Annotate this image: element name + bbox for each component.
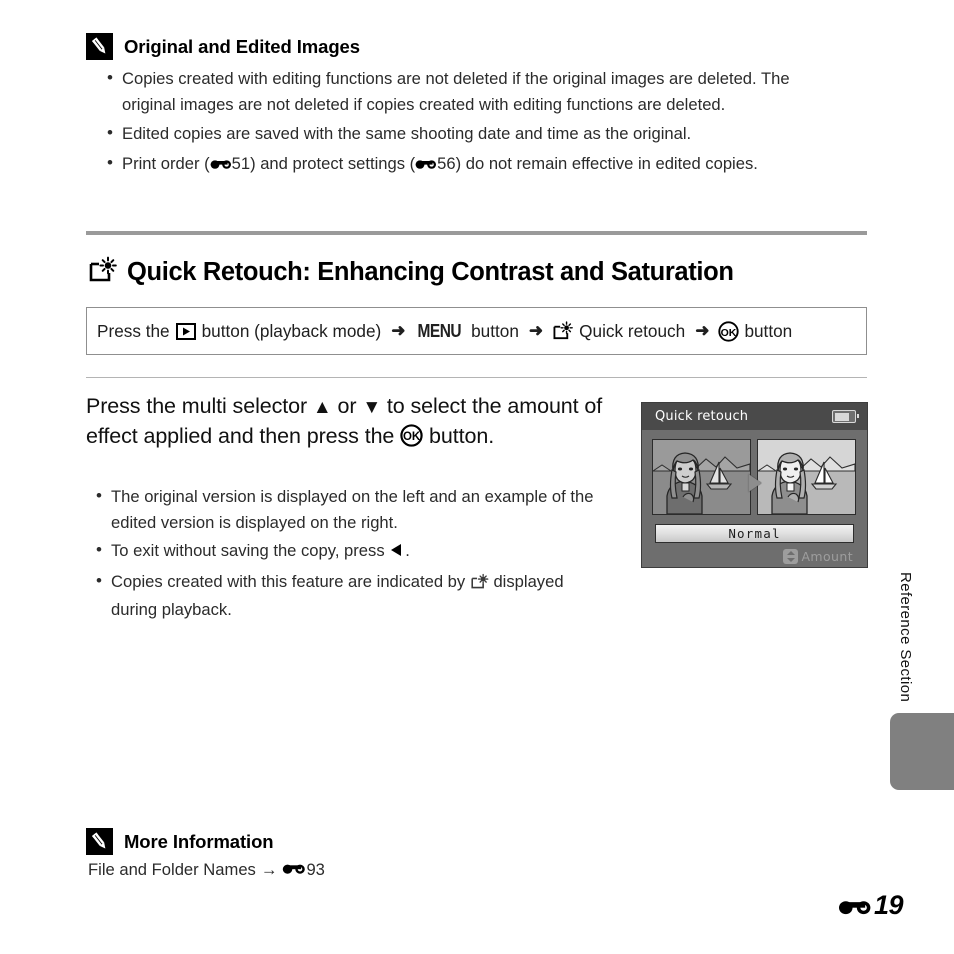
note-title: More Information [124,830,274,852]
note-header-more-information: More Information [86,828,274,855]
down-arrow-icon: ▼ [362,397,382,418]
step-line-1-post: to select the [386,394,502,418]
e-reference-icon [210,152,232,178]
up-arrow-icon: ▲ [312,397,332,418]
list-item: Copies created with this feature are ind… [93,568,613,623]
e-reference-icon [838,896,872,916]
up-down-arrow-icon [783,549,799,564]
quick-retouch-icon [88,256,118,289]
menu-button-label: MENU [418,320,462,341]
original-preview-thumbnail [652,439,751,515]
bullet-text-post: . [405,541,410,560]
list-item: Edited copies are saved with the same sh… [104,120,836,147]
procedure-box: Press the button (playback mode) ➜ MENU … [86,307,867,355]
procedure-arrow-1: ➜ [391,321,406,340]
section-heading: Quick Retouch: Enhancing Contrast and Sa… [88,256,734,289]
bullet-text: Copies created with editing functions ar… [122,69,790,114]
left-arrow-icon [389,540,405,566]
preview-pair [642,430,867,515]
more-info-ref-page: 93 [306,860,325,879]
note-title: Original and Edited Images [124,35,360,57]
svg-text:OK: OK [403,431,421,443]
bullet-text-mid: 51) and protect settings ( [231,153,416,173]
amount-hint-row: Amount [642,543,867,564]
bullet-text-pre: Print order ( [122,153,210,173]
procedure-segment-3: button [471,320,519,341]
e-reference-icon [415,152,437,178]
pencil-note-icon [86,828,113,855]
camera-screen-header: Quick retouch [642,403,867,430]
svg-text:OK: OK [721,326,737,338]
camera-screen-mock: Quick retouch Normal Amount [641,402,868,568]
right-arrow-icon: → [260,860,278,879]
reference-section-side-label: Reference Section [897,572,914,703]
playback-button-icon [175,322,196,340]
quick-retouch-icon [552,321,574,341]
step-line-1-mid: or [337,394,357,418]
bullet-text: Edited copies are saved with the same sh… [122,124,692,143]
bullet-text-pre: Copies created with this feature are ind… [111,571,466,591]
procedure-arrow-2: ➜ [528,321,544,340]
step-bullet-list: The original version is displayed on the… [93,483,613,623]
amount-value-label: Normal [728,526,781,541]
procedure-segment-2: button (playback mode) [201,320,382,341]
page-number-text: 19 [874,890,904,920]
section-divider [86,231,867,235]
list-item: The original version is displayed on the… [93,483,613,535]
bullet-text: The original version is displayed on the… [111,487,594,532]
list-item: To exit without saving the copy, press . [93,537,613,566]
note-header-original-and-edited: Original and Edited Images [86,33,360,60]
amount-value-bar[interactable]: Normal [655,524,854,543]
procedure-segment-1: Press the [97,320,170,341]
e-reference-icon [282,860,306,880]
procedure-segment-4: Quick retouch [579,320,686,341]
step-line-1-pre: Press the multi selector [86,394,308,418]
ok-button-icon: OK [718,320,740,342]
bullet-text-post: 56) do not remain effective in edited co… [437,153,758,173]
reference-section-tab [890,713,954,790]
list-item: Copies created with editing functions ar… [104,65,836,117]
battery-icon [832,410,859,423]
page-number: 19 [838,890,904,921]
list-item: Print order ( 51) and protect settings ( 5… [104,150,836,178]
step-instruction: Press the multi selector ▲ or ▼ to selec… [86,392,626,455]
more-information-link-row: File and Folder Names → 93 [88,860,325,880]
edited-preview-thumbnail [757,439,856,515]
right-arrow-icon [748,474,761,492]
step-line-3: button. [429,424,495,448]
manual-page: Original and Edited Images Copies create… [0,0,954,954]
amount-hint-label: Amount [801,549,853,564]
procedure-text: Press the button (playback mode) ➜ MENU … [87,321,792,342]
camera-screen-title: Quick retouch [655,409,749,424]
pencil-note-icon [86,33,113,60]
section-heading-text: Quick Retouch: Enhancing Contrast and Sa… [127,258,734,286]
procedure-arrow-3: ➜ [695,321,710,340]
procedure-segment-5: button [744,320,793,341]
note-bullet-list: Copies created with editing functions ar… [104,65,836,178]
step-divider [86,377,867,378]
ok-button-icon: OK [400,424,423,455]
bullet-text-pre: To exit without saving the copy, press [111,541,385,560]
quick-retouch-indicator-icon [470,572,489,598]
more-info-link-text: File and Folder Names [88,860,256,879]
